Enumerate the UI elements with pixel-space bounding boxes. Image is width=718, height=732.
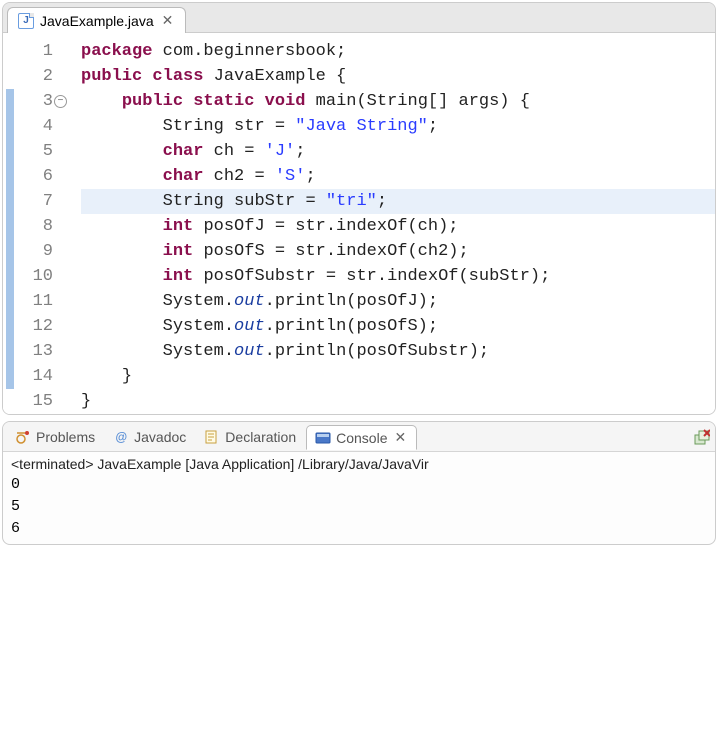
- java-file-icon: J: [18, 13, 34, 29]
- line-number: 12: [17, 314, 53, 339]
- code-line[interactable]: String str = "Java String";: [81, 114, 715, 139]
- ruler-mark: [6, 89, 14, 114]
- code-line[interactable]: char ch2 = 'S';: [81, 164, 715, 189]
- code-line[interactable]: public static void main(String[] args) {: [81, 89, 715, 114]
- code-line[interactable]: char ch = 'J';: [81, 139, 715, 164]
- overview-ruler: [3, 33, 17, 414]
- bottom-panel: Problems @ Javadoc Declaration Console ✕…: [2, 421, 716, 545]
- code-line[interactable]: public class JavaExample {: [81, 64, 715, 89]
- code-line[interactable]: }: [81, 389, 715, 414]
- line-number: 5: [17, 139, 53, 164]
- ruler-mark: [6, 139, 14, 164]
- code-line[interactable]: System.out.println(posOfJ);: [81, 289, 715, 314]
- code-line[interactable]: }: [81, 364, 715, 389]
- ruler-mark: [6, 289, 14, 314]
- editor-tab[interactable]: J JavaExample.java ✕: [7, 7, 186, 33]
- console-status: <terminated> JavaExample [Java Applicati…: [11, 456, 707, 472]
- code-line[interactable]: int posOfS = str.indexOf(ch2);: [81, 239, 715, 264]
- tab-label: Declaration: [225, 429, 296, 445]
- line-number: 10: [17, 264, 53, 289]
- ruler-mark: [6, 114, 14, 139]
- line-number: 7: [17, 189, 53, 214]
- tab-label: Problems: [36, 429, 95, 445]
- console-line: 0: [11, 474, 707, 496]
- line-number: 1: [17, 39, 53, 64]
- bottom-tab-bar: Problems @ Javadoc Declaration Console ✕: [3, 422, 715, 452]
- editor-tab-label: JavaExample.java: [40, 13, 154, 29]
- ruler-mark: [6, 264, 14, 289]
- code-line[interactable]: System.out.println(posOfSubstr);: [81, 339, 715, 364]
- code-editor[interactable]: 123−456789101112131415 package com.begin…: [3, 33, 715, 414]
- ruler-mark: [6, 214, 14, 239]
- tab-label: Javadoc: [134, 429, 186, 445]
- ruler-mark: [6, 364, 14, 389]
- line-number: 4: [17, 114, 53, 139]
- tab-declaration[interactable]: Declaration: [196, 426, 304, 448]
- tab-javadoc[interactable]: @ Javadoc: [105, 426, 194, 448]
- code-line[interactable]: int posOfJ = str.indexOf(ch);: [81, 214, 715, 239]
- tab-console[interactable]: Console ✕: [306, 425, 417, 450]
- editor-panel: J JavaExample.java ✕ 123−456789101112131…: [2, 2, 716, 415]
- fold-column: [59, 33, 77, 414]
- remove-launch-icon[interactable]: [693, 429, 711, 445]
- fold-toggle-icon[interactable]: −: [54, 95, 67, 108]
- line-number: 9: [17, 239, 53, 264]
- console-output[interactable]: <terminated> JavaExample [Java Applicati…: [3, 452, 715, 544]
- close-tab-icon[interactable]: ✕: [160, 12, 176, 29]
- code-line[interactable]: System.out.println(posOfS);: [81, 314, 715, 339]
- line-number: 8: [17, 214, 53, 239]
- declaration-icon: [204, 429, 220, 445]
- problems-icon: [15, 429, 31, 445]
- console-icon: [315, 430, 331, 446]
- code-line[interactable]: String subStr = "tri";: [81, 189, 715, 214]
- javadoc-icon: @: [113, 429, 129, 445]
- console-line: 5: [11, 496, 707, 518]
- ruler-mark: [6, 314, 14, 339]
- code-line[interactable]: int posOfSubstr = str.indexOf(subStr);: [81, 264, 715, 289]
- line-number: 3−: [17, 89, 53, 114]
- editor-tab-bar: J JavaExample.java ✕: [3, 3, 715, 33]
- line-number: 13: [17, 339, 53, 364]
- code-line[interactable]: package com.beginnersbook;: [81, 39, 715, 64]
- tab-problems[interactable]: Problems: [7, 426, 103, 448]
- line-number-gutter: 123−456789101112131415: [17, 33, 59, 414]
- ruler-mark: [6, 239, 14, 264]
- close-view-icon[interactable]: ✕: [393, 429, 409, 446]
- line-number: 15: [17, 389, 53, 414]
- line-number: 11: [17, 289, 53, 314]
- ruler-mark: [6, 339, 14, 364]
- tab-label: Console: [336, 430, 387, 446]
- line-number: 6: [17, 164, 53, 189]
- code-lines[interactable]: package com.beginnersbook;public class J…: [77, 33, 715, 414]
- ruler-mark: [6, 164, 14, 189]
- console-line: 6: [11, 518, 707, 540]
- ruler-mark: [6, 189, 14, 214]
- line-number: 2: [17, 64, 53, 89]
- line-number: 14: [17, 364, 53, 389]
